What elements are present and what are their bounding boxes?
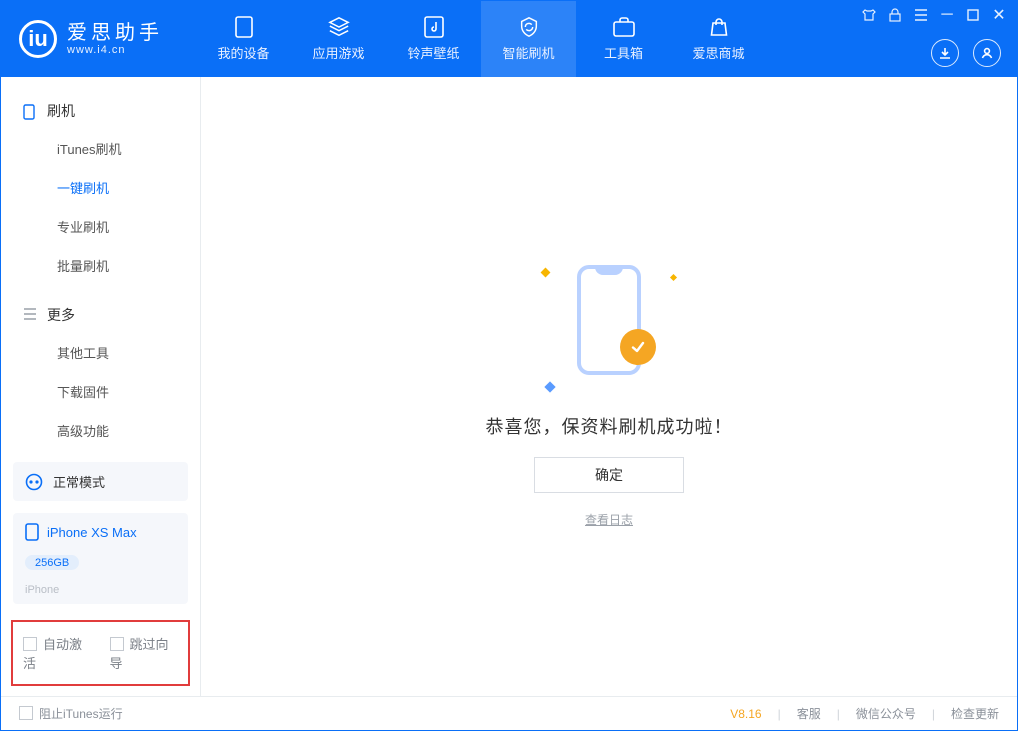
- footer-link-wechat[interactable]: 微信公众号: [856, 705, 916, 722]
- tab-apps-games[interactable]: 应用游戏: [291, 1, 386, 77]
- device-icon: [233, 16, 255, 38]
- window-controls: ─ ✕: [861, 7, 1007, 23]
- music-icon: [423, 16, 445, 38]
- user-button[interactable]: [973, 39, 1001, 67]
- main-content: 恭喜您，保资料刷机成功啦！ 确定 查看日志: [201, 77, 1017, 696]
- app-window: iu 爱思助手 www.i4.cn 我的设备 应用游戏: [0, 0, 1018, 731]
- tab-label: 智能刷机: [502, 43, 554, 62]
- success-message: 恭喜您，保资料刷机成功啦！: [486, 413, 733, 439]
- tab-label: 爱思商城: [692, 43, 744, 62]
- result-panel: 恭喜您，保资料刷机成功啦！ 确定 查看日志: [486, 245, 733, 528]
- logo-icon: iu: [19, 20, 57, 58]
- phone-icon: [23, 104, 37, 118]
- toolbox-icon: [613, 16, 635, 38]
- device-name: iPhone XS Max: [47, 525, 137, 540]
- list-icon: [23, 308, 37, 322]
- section-flash-label: 刷机: [47, 101, 75, 121]
- download-button[interactable]: [931, 39, 959, 67]
- tab-ringtone-wallpaper[interactable]: 铃声壁纸: [386, 1, 481, 77]
- sidebar-item-oneclick-flash[interactable]: 一键刷机: [1, 168, 200, 207]
- sidebar-item-download-firmware[interactable]: 下载固件: [1, 372, 200, 411]
- body: 刷机 iTunes刷机 一键刷机 专业刷机 批量刷机 更多 其他工具 下载固件 …: [1, 77, 1017, 696]
- footer: 阻止iTunes运行 V8.16 | 客服 | 微信公众号 | 检查更新: [1, 696, 1017, 730]
- sidebar-item-itunes-flash[interactable]: iTunes刷机: [1, 129, 200, 168]
- success-illustration: [534, 245, 684, 395]
- mode-icon: [25, 473, 43, 491]
- options-highlight: 自动激活 跳过向导: [11, 620, 190, 686]
- close-icon[interactable]: ✕: [991, 7, 1007, 23]
- tab-my-device[interactable]: 我的设备: [196, 1, 291, 77]
- version-label: V8.16: [730, 707, 761, 721]
- footer-link-check-update[interactable]: 检查更新: [951, 705, 999, 722]
- device-subtitle: iPhone: [25, 584, 59, 596]
- confirm-button[interactable]: 确定: [534, 457, 684, 493]
- tab-label: 工具箱: [604, 43, 643, 62]
- shirt-icon[interactable]: [861, 7, 877, 23]
- checkbox-auto-activate[interactable]: 自动激活: [23, 634, 92, 672]
- check-icon: [620, 329, 656, 365]
- checkbox-block-itunes-label: 阻止iTunes运行: [39, 707, 123, 721]
- tab-store[interactable]: 爱思商城: [671, 1, 766, 77]
- mode-label: 正常模式: [53, 472, 105, 491]
- device-card[interactable]: iPhone XS Max 256GB iPhone: [13, 513, 188, 604]
- footer-link-support[interactable]: 客服: [797, 705, 821, 722]
- app-url: www.i4.cn: [67, 44, 163, 56]
- store-icon: [708, 16, 730, 38]
- logo-block: iu 爱思助手 www.i4.cn: [1, 1, 196, 77]
- header-tabs: 我的设备 应用游戏 铃声壁纸 智能刷机: [196, 1, 766, 77]
- minimize-icon[interactable]: ─: [939, 7, 955, 23]
- view-log-link[interactable]: 查看日志: [585, 511, 633, 528]
- sidebar-item-batch-flash[interactable]: 批量刷机: [1, 246, 200, 285]
- refresh-icon: [518, 16, 540, 38]
- menu-icon[interactable]: [913, 7, 929, 23]
- tab-label: 铃声壁纸: [407, 43, 459, 62]
- tab-label: 应用游戏: [312, 43, 364, 62]
- maximize-icon[interactable]: [965, 7, 981, 23]
- mode-card[interactable]: 正常模式: [13, 462, 188, 501]
- tab-toolbox[interactable]: 工具箱: [576, 1, 671, 77]
- sidebar: 刷机 iTunes刷机 一键刷机 专业刷机 批量刷机 更多 其他工具 下载固件 …: [1, 77, 201, 696]
- checkbox-block-itunes[interactable]: 阻止iTunes运行: [19, 705, 123, 722]
- lock-icon[interactable]: [887, 7, 903, 23]
- section-flash: 刷机: [1, 93, 200, 129]
- sidebar-item-advanced[interactable]: 高级功能: [1, 411, 200, 450]
- device-icon: [25, 523, 39, 541]
- sidebar-item-pro-flash[interactable]: 专业刷机: [1, 207, 200, 246]
- sidebar-item-other-tools[interactable]: 其他工具: [1, 333, 200, 372]
- app-name: 爱思助手: [67, 23, 163, 44]
- device-capacity: 256GB: [25, 555, 79, 570]
- cube-icon: [328, 16, 350, 38]
- header: iu 爱思助手 www.i4.cn 我的设备 应用游戏: [1, 1, 1017, 77]
- section-more: 更多: [1, 297, 200, 333]
- section-more-label: 更多: [47, 305, 75, 325]
- tab-smart-flash[interactable]: 智能刷机: [481, 1, 576, 77]
- checkbox-skip-guide[interactable]: 跳过向导: [110, 634, 179, 672]
- tab-label: 我的设备: [217, 43, 269, 62]
